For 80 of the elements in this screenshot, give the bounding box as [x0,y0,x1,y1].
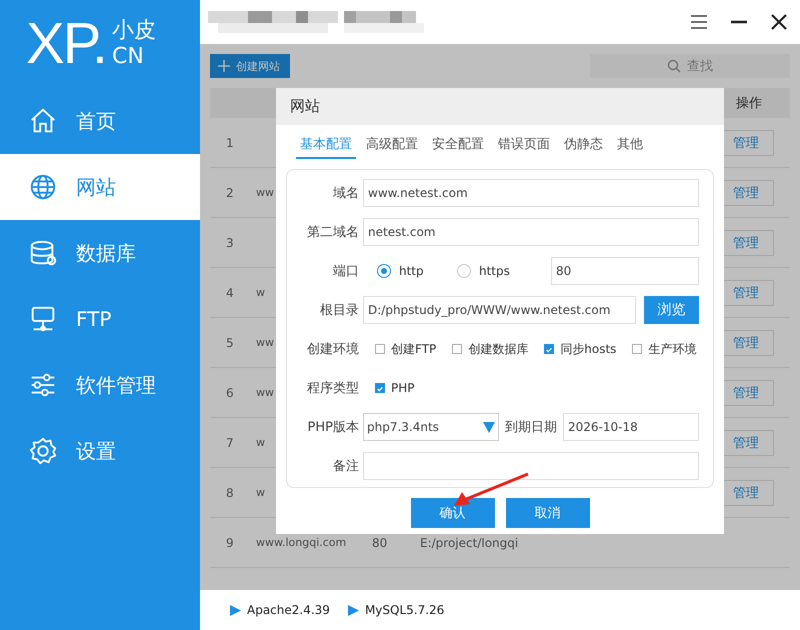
field-label: 域名 [332,185,359,202]
checkbox-label: 创建数据库 [468,340,528,358]
text-field[interactable]: www.netest.com [363,179,699,207]
radio-button[interactable] [377,264,391,278]
tab[interactable]: 安全配置 [428,133,488,159]
checkbox-label: 同步hosts [560,340,616,358]
table-cell-text: 3 [225,236,235,250]
table-cell: w [256,436,265,449]
table-cell: www.longqi.com [256,536,346,549]
table-cell: ww [256,336,274,349]
sidebar-item[interactable]: 数据库 [0,220,200,286]
create-site-button[interactable]: 创建网站 [210,54,290,78]
checkbox[interactable] [375,383,385,393]
logo-text: XP. [26,15,106,73]
table-cell-text: 1 [225,136,235,150]
sidebar-item[interactable]: FTP [0,286,200,352]
dropdown-arrow-icon [483,421,495,433]
sidebar-item[interactable]: 软件管理 [0,352,200,418]
table-cell: ww [256,386,274,399]
tab[interactable]: 高级配置 [362,133,422,159]
logo-text: 小皮 [112,18,156,44]
sidebar-item[interactable]: 首页 [0,88,200,154]
checkbox[interactable] [375,344,385,354]
table-cell-text: 8 [225,486,235,500]
tab[interactable]: 伪静态 [560,133,607,159]
table-cell-text: 9 [225,536,235,550]
checkbox[interactable] [632,344,642,354]
column-header: 操作 [736,95,762,112]
search-field[interactable]: 查找 [590,54,790,78]
dialog-title: 网站 [276,88,724,125]
cancel-button[interactable]: 取消 [506,498,590,528]
table-cell-text: 5 [225,336,235,350]
checkbox[interactable] [452,344,462,354]
database-icon [28,238,58,268]
globe-icon [28,172,58,202]
table-cell: w [256,486,265,499]
tab[interactable]: 基本配置 [296,133,356,159]
sidebar-item[interactable]: 设置 [0,418,200,484]
field-label: 到期日期 [505,419,557,436]
field-label: 根目录 [319,302,359,319]
plus-icon [218,60,230,72]
field-label: PHP版本 [306,419,359,436]
radio-label: http [399,264,424,278]
play-icon [348,604,359,616]
checkbox-label: PHP [391,381,414,395]
table-cell-text: E:/project/longqi [420,536,520,550]
date-field[interactable]: 2026-10-18 [563,413,699,441]
field-label: 备注 [332,458,359,475]
service-label[interactable]: Apache2.4.39 [247,603,330,617]
field-label: 程序类型 [306,380,359,397]
port-field[interactable]: 80 [551,257,699,285]
settings-icon [28,436,58,466]
checkbox-label: 创建FTP [391,340,436,358]
logo-text: CN [112,44,145,70]
table-cell: w [256,286,265,299]
field-label: 第二域名 [306,224,359,241]
table-cell-text: 80 [372,536,388,550]
path-field[interactable]: D:/phpstudy_pro/WWW/www.netest.com [363,296,636,324]
radio-label: https [479,264,510,278]
confirm-button[interactable]: 确认 [410,498,494,528]
text-field[interactable] [363,452,699,480]
table-cell: ww [256,186,274,199]
radio-button[interactable] [457,264,471,278]
field-label: 创建环境 [306,341,359,358]
search-icon [667,59,681,73]
table-cell-text: 4 [225,286,235,300]
play-icon [230,604,241,616]
table-cell-text: 6 [225,386,235,400]
field-label: 端口 [332,263,359,280]
text-field[interactable]: netest.com [363,218,699,246]
table-cell-text: 7 [225,436,235,450]
table-cell-text: 2 [225,186,235,200]
version-dropdown[interactable]: php7.3.4nts [363,413,499,441]
tab[interactable]: 错误页面 [494,133,554,159]
sidebar-item[interactable]: 网站 [0,154,200,220]
checkbox[interactable] [544,344,554,354]
tab[interactable]: 其他 [613,133,647,159]
browse-button[interactable]: 浏览 [644,296,699,324]
checkbox-label: 生产环境 [648,340,696,358]
service-label[interactable]: MySQL5.7.26 [364,603,444,617]
